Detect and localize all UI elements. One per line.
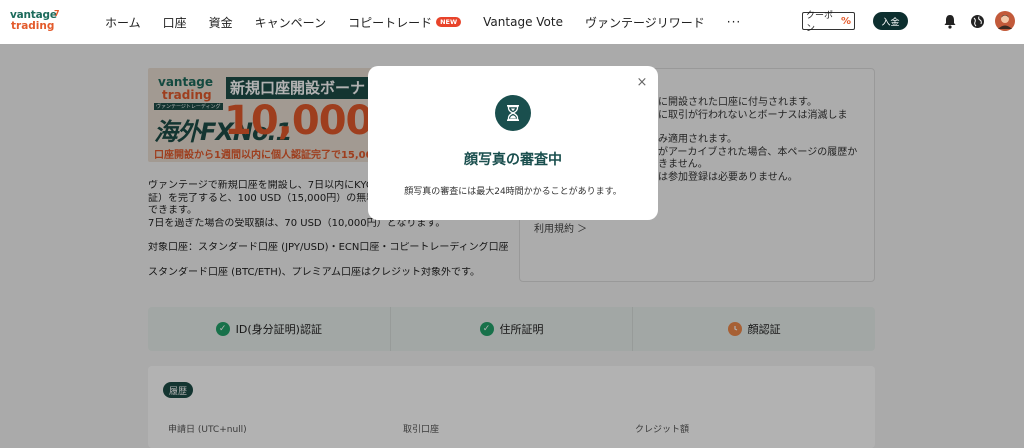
new-badge: NEW [436,17,462,27]
nav-home[interactable]: ホーム [105,14,141,31]
close-icon[interactable]: × [635,75,649,90]
bell-icon[interactable] [941,12,959,30]
coupon-label: クーポン [806,11,834,34]
deposit-button[interactable]: 入金 [873,12,908,30]
nav-campaigns[interactable]: キャンペーン [255,14,326,31]
nav-rewards[interactable]: ヴァンテージリワード [585,14,705,31]
modal-title: 顔写真の審査中 [464,152,562,168]
nav-funds-label: 資金 [208,15,233,30]
top-header: vantage 7 trading ホーム 口座 資金 キャンペーン コピートレ… [0,0,1024,44]
coupon-button[interactable]: クーポン % [802,11,855,34]
logo-mark: 7 [54,9,60,18]
nav-vantage-vote-label: Vantage Vote [483,15,563,29]
nav-accounts-label: 口座 [162,15,187,30]
modal-message: 顔写真の審査には最大24時間かかることがあります。 [404,187,622,197]
nav-funds[interactable]: 資金 [209,14,233,31]
logo-line2: trading [11,20,55,32]
nav-rewards-label: ヴァンテージリワード [584,15,705,30]
main-nav: ホーム 口座 資金 キャンペーン コピートレード NEW Vantage Vote… [105,0,741,44]
nav-copy-trade-label: コピートレード [348,15,433,30]
globe-icon[interactable] [968,12,986,30]
hourglass-icon [495,95,531,131]
nav-accounts[interactable]: 口座 [163,14,187,31]
nav-home-label: ホーム [105,15,141,30]
nav-vantage-vote[interactable]: Vantage Vote [483,15,563,29]
vantage-logo[interactable]: vantage 7 trading [10,9,66,35]
nav-copy-trade[interactable]: コピートレード NEW [348,14,462,31]
nav-campaigns-label: キャンペーン [254,15,327,30]
percent-icon: % [840,15,851,27]
face-review-modal: × 顔写真の審査中 顔写真の審査には最大24時間かかることがあります。 [368,66,658,220]
avatar[interactable] [995,11,1015,31]
more-menu-icon[interactable]: ··· [727,15,741,29]
